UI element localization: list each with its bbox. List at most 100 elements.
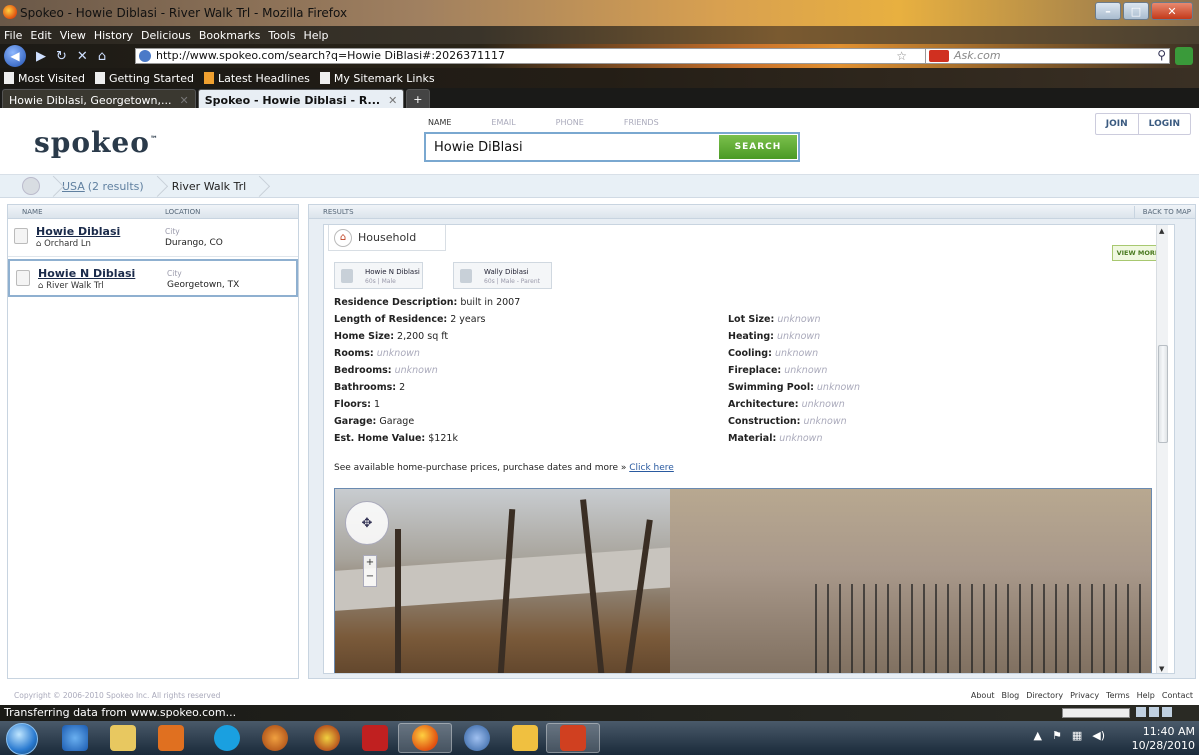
- addon-status-icon[interactable]: [1149, 707, 1159, 717]
- breadcrumb-usa[interactable]: USA: [62, 180, 85, 193]
- menu-bookmarks[interactable]: Bookmarks: [199, 29, 260, 42]
- taskbar-app[interactable]: [248, 723, 302, 753]
- household-member-card[interactable]: Wally Diblasi 60s | Male - Parent: [453, 262, 552, 289]
- person-icon: [341, 269, 353, 283]
- taskbar-skype[interactable]: [200, 723, 254, 753]
- login-link[interactable]: LOGIN: [1137, 114, 1190, 134]
- action-center-icon[interactable]: ⚑: [1052, 729, 1062, 742]
- taskbar-app[interactable]: [546, 723, 600, 753]
- bookmark-latest-headlines[interactable]: Latest Headlines: [204, 72, 310, 85]
- menu-history[interactable]: History: [94, 29, 133, 42]
- name-search-input[interactable]: Howie DiBlasi SEARCH: [424, 132, 800, 162]
- household-member-card[interactable]: Howie N Diblasi 60s | Male: [334, 262, 423, 289]
- menu-tools[interactable]: Tools: [268, 29, 295, 42]
- footer-link-blog[interactable]: Blog: [1002, 691, 1020, 700]
- navigation-toolbar: ◀ ▶ ↻ ✕ ⌂ http://www.spokeo.com/search?q…: [0, 44, 1199, 68]
- footer-link-contact[interactable]: Contact: [1162, 691, 1193, 700]
- tab-spokeo[interactable]: Spokeo - Howie Diblasi - R... ✕: [197, 89, 405, 108]
- scroll-down-icon[interactable]: ▼: [1159, 665, 1164, 673]
- show-hidden-icons[interactable]: ▲: [1033, 729, 1041, 742]
- detail-field: Bedrooms: unknown: [334, 365, 438, 376]
- folder-icon: [110, 725, 136, 751]
- start-button[interactable]: [6, 723, 38, 755]
- taskbar-explorer[interactable]: [96, 723, 150, 753]
- search-tab-name[interactable]: NAME: [428, 118, 451, 127]
- clock-time[interactable]: 11:40 AM: [1132, 725, 1195, 739]
- url-bar[interactable]: http://www.spokeo.com/search?q=Howie DiB…: [135, 48, 930, 64]
- back-button[interactable]: ◀: [4, 45, 26, 67]
- results-header: RESULTS: [309, 205, 1195, 219]
- list-item[interactable]: Howie Diblasi ⌂ Orchard Ln City Durango,…: [8, 219, 298, 257]
- menu-help[interactable]: Help: [303, 29, 328, 42]
- taskbar-app[interactable]: [450, 723, 504, 753]
- menu-file[interactable]: File: [4, 29, 22, 42]
- detail-field: Residence Description: built in 2007: [334, 297, 521, 308]
- new-tab-button[interactable]: +: [406, 89, 430, 108]
- tab-close-icon[interactable]: ✕: [180, 94, 189, 107]
- purchase-info-line: See available home-purchase prices, purc…: [334, 463, 674, 473]
- reload-icon[interactable]: ↻: [56, 49, 67, 64]
- scroll-up-icon[interactable]: ▲: [1159, 227, 1164, 235]
- taskbar-app[interactable]: [300, 723, 354, 753]
- menu-edit[interactable]: Edit: [30, 29, 51, 42]
- footer-link-help[interactable]: Help: [1137, 691, 1155, 700]
- volume-icon[interactable]: ◀): [1092, 729, 1105, 742]
- breadcrumb-current: River Walk Trl: [171, 179, 247, 193]
- back-to-map-link[interactable]: BACK TO MAP: [1133, 206, 1191, 218]
- list-item-selected[interactable]: Howie N Diblasi ⌂ River Walk Trl City Ge…: [8, 259, 298, 297]
- minimize-button[interactable]: –: [1095, 2, 1121, 20]
- click-here-link[interactable]: Click here: [629, 463, 674, 473]
- forward-button[interactable]: ▶: [36, 49, 46, 64]
- menu-delicious[interactable]: Delicious: [141, 29, 191, 42]
- pan-control-icon[interactable]: ✥: [345, 501, 389, 545]
- search-tab-email[interactable]: EMAIL: [491, 118, 515, 127]
- detail-field: Material: unknown: [728, 433, 823, 444]
- search-field[interactable]: Ask.com ⚲: [925, 48, 1170, 64]
- spokeo-logo[interactable]: spokeo™: [34, 126, 159, 159]
- taskbar-media[interactable]: [144, 723, 198, 753]
- taskbar-ie[interactable]: [48, 723, 102, 753]
- home-icon[interactable]: ⌂: [98, 49, 106, 64]
- taskbar-app[interactable]: [348, 723, 402, 753]
- stop-icon[interactable]: ✕: [77, 49, 88, 64]
- footer-link-privacy[interactable]: Privacy: [1070, 691, 1099, 700]
- footer-link-about[interactable]: About: [971, 691, 995, 700]
- bookmark-star-icon[interactable]: ☆: [896, 49, 907, 63]
- footer-link-terms[interactable]: Terms: [1106, 691, 1130, 700]
- detail-field: Swimming Pool: unknown: [728, 382, 861, 393]
- taskbar-app[interactable]: [498, 723, 552, 753]
- household-tab[interactable]: ⌂ Household: [328, 225, 446, 251]
- addon-status-icon[interactable]: [1162, 707, 1172, 717]
- join-link[interactable]: JOIN: [1096, 114, 1138, 134]
- network-icon[interactable]: ▦: [1072, 729, 1082, 742]
- tab-close-icon[interactable]: ✕: [388, 94, 397, 107]
- clock-date[interactable]: 10/28/2010: [1132, 739, 1195, 753]
- scroll-thumb[interactable]: [1158, 345, 1168, 443]
- close-button[interactable]: ✕: [1151, 2, 1193, 20]
- menu-view[interactable]: View: [60, 29, 86, 42]
- taskbar-firefox[interactable]: [398, 723, 452, 753]
- search-button[interactable]: SEARCH: [719, 135, 797, 159]
- street-view-image[interactable]: ✥ + −: [334, 488, 1152, 673]
- addon-status-icon[interactable]: [1136, 707, 1146, 717]
- vertical-scrollbar[interactable]: ▲ ▼: [1156, 225, 1168, 673]
- tab-howie-georgetown[interactable]: Howie Diblasi, Georgetown,... ✕: [2, 89, 196, 108]
- detail-field: Home Size: 2,200 sq ft: [334, 331, 449, 342]
- detail-field: Bathrooms: 2: [334, 382, 406, 393]
- addon-icon[interactable]: [1175, 47, 1193, 65]
- result-name-link[interactable]: Howie N Diblasi: [38, 267, 135, 280]
- search-tab-phone[interactable]: PHONE: [556, 118, 584, 127]
- result-name-link[interactable]: Howie Diblasi: [36, 225, 120, 238]
- household-card: ⌂ Household VIEW MORE Howie N Diblasi 60…: [323, 224, 1175, 674]
- ask-engine-icon[interactable]: [929, 50, 949, 62]
- search-icon[interactable]: ⚲: [1157, 48, 1166, 62]
- bookmark-getting-started[interactable]: Getting Started: [94, 72, 194, 85]
- bookmark-most-visited[interactable]: Most Visited: [4, 72, 85, 85]
- menu-bar: File Edit View History Delicious Bookmar…: [0, 26, 1199, 44]
- bookmark-my-sitemark-links[interactable]: My Sitemark Links: [319, 72, 435, 85]
- footer-link-directory[interactable]: Directory: [1026, 691, 1063, 700]
- zoom-control[interactable]: + −: [363, 555, 377, 587]
- media-player-icon: [158, 725, 184, 751]
- maximize-button[interactable]: □: [1123, 2, 1149, 20]
- search-tab-friends[interactable]: FRIENDS: [624, 118, 659, 127]
